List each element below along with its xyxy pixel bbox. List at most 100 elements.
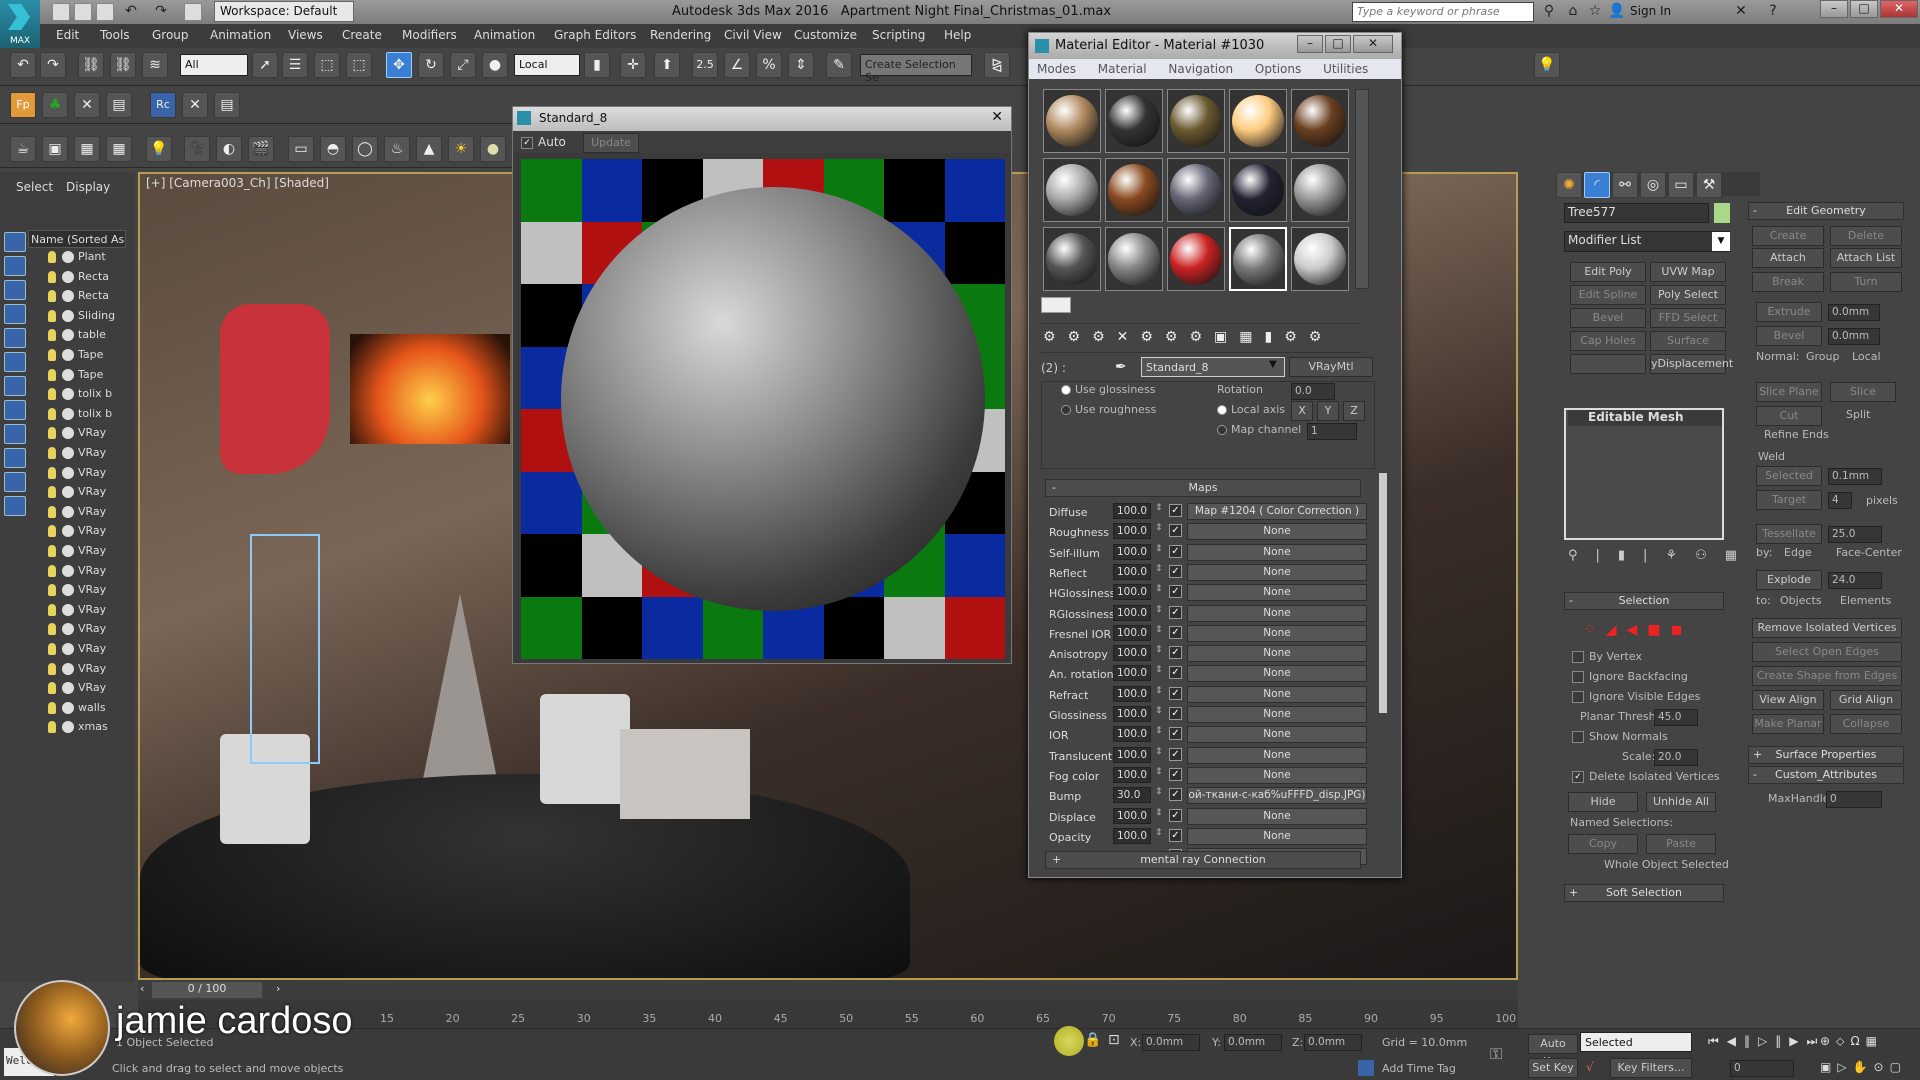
split[interactable]: Split (1846, 408, 1870, 421)
visibility-bulb-icon[interactable] (48, 251, 56, 263)
spinner-arrows-icon[interactable]: ⇕ (1155, 665, 1165, 681)
menu-material[interactable]: Material (1098, 62, 1147, 76)
cut-button[interactable]: Cut (1756, 406, 1822, 426)
key-mode-dropdown[interactable]: Selected (1580, 1032, 1692, 1052)
unhide-all-button[interactable]: Unhide All (1646, 792, 1716, 812)
favorites-star-icon[interactable]: ☆ (1586, 3, 1604, 21)
outliner-row[interactable]: VRay (30, 622, 125, 641)
modifier-button[interactable]: UVW Map (1650, 262, 1726, 282)
select-and-rotate-icon[interactable]: ↻ (418, 52, 444, 78)
explorer-filter-icon[interactable] (4, 280, 26, 300)
material-sample-slot[interactable] (1291, 89, 1349, 153)
map-slot-button[interactable]: None (1187, 584, 1367, 602)
spinner-arrows-icon[interactable]: ⇕ (1155, 726, 1165, 742)
map-amount-field[interactable]: 100.0 (1113, 766, 1151, 783)
map-slot-button[interactable]: None (1187, 563, 1367, 581)
map-slot-button[interactable]: None (1187, 685, 1367, 703)
render-frame-icon[interactable]: ▣ (42, 136, 68, 162)
rc-icon[interactable]: Rc (150, 92, 176, 118)
med-toolbar-icons[interactable]: ⚙⚙⚙✕⚙⚙⚙▣▦▮⚙⚙ (1043, 329, 1333, 345)
collapse-button[interactable]: Collapse (1830, 714, 1902, 734)
explorer-filter-icon[interactable] (4, 232, 26, 252)
extrude-value-field[interactable]: 0.0mm (1828, 304, 1880, 321)
slice-plane-button[interactable]: Slice Plane (1756, 382, 1822, 402)
slice-button[interactable]: Slice (1830, 382, 1896, 402)
binoculars-icon[interactable]: ⚲ (1540, 3, 1558, 21)
sphere-light-icon[interactable]: ◐ (216, 136, 242, 162)
spinner-arrows-icon[interactable]: ⇕ (1155, 503, 1165, 519)
map-amount-field[interactable]: 30.0 (1113, 787, 1151, 804)
outliner-row[interactable]: xmas (30, 720, 125, 739)
axis-z-button[interactable]: Z (1343, 401, 1365, 421)
curve-icon[interactable]: √ (1586, 1060, 1594, 1074)
show-normals-checkbox[interactable]: Show Normals (1572, 730, 1668, 743)
workspace-dropdown[interactable]: Workspace: Default (214, 1, 354, 22)
create-tab-icon[interactable]: ✺ (1556, 172, 1582, 198)
selected-button[interactable]: Selected (1756, 466, 1822, 486)
map-enable-checkbox[interactable]: ✓ (1169, 504, 1182, 517)
undo-icon[interactable]: ↶ (10, 52, 36, 78)
tools-icon-2[interactable]: ✕ (182, 92, 208, 118)
outliner-row[interactable]: VRay (30, 662, 125, 681)
spot-light-icon[interactable]: ▲ (416, 136, 442, 162)
auto-checkbox[interactable]: ✓ Auto (521, 135, 566, 149)
material-sample-slot[interactable] (1105, 227, 1163, 291)
map-amount-field[interactable]: 100.0 (1113, 523, 1151, 540)
face-center[interactable]: Face-Center (1836, 546, 1902, 559)
sun-icon[interactable]: ☀ (448, 136, 474, 162)
menu-tools[interactable]: Tools (100, 28, 130, 42)
map-slot-button[interactable]: None (1187, 706, 1367, 723)
map-enable-checkbox[interactable]: ✓ (1169, 524, 1182, 538)
visibility-bulb-icon[interactable] (48, 545, 56, 557)
visibility-bulb-icon[interactable] (48, 349, 56, 361)
spinner-arrows-icon[interactable]: ⇕ (1155, 584, 1165, 600)
target-button[interactable]: Target (1756, 490, 1822, 510)
white-mug-object[interactable] (540, 694, 630, 804)
time-tag-icon[interactable] (1358, 1060, 1374, 1076)
map-amount-field[interactable]: 100.0 (1113, 807, 1151, 824)
explorer-filter-icon[interactable] (4, 496, 26, 516)
redo-icon[interactable]: ↷ (40, 52, 66, 78)
create-shape-button[interactable]: Create Shape from Edges (1752, 666, 1902, 686)
outliner-row[interactable]: Plant (30, 250, 125, 269)
visibility-bulb-icon[interactable] (48, 682, 56, 695)
slots-vscrollbar[interactable] (1355, 89, 1369, 289)
normals-scale-field[interactable]: 20.0 (1654, 749, 1698, 766)
user-icon[interactable]: 👤 (1608, 3, 1626, 21)
visibility-bulb-icon[interactable] (48, 368, 56, 381)
map-amount-field[interactable]: 100.0 (1113, 706, 1151, 722)
explorer-filter-icon[interactable] (4, 400, 26, 420)
menu-edit[interactable]: Edit (56, 28, 79, 42)
viewport-nav-icons[interactable]: ⊕⬦Ω▦ (1820, 1034, 1883, 1049)
planar-thresh-field[interactable]: 45.0 (1654, 709, 1698, 726)
percent-snap-icon[interactable]: % (756, 52, 782, 78)
fp-icon[interactable]: Fp (10, 92, 36, 118)
custom-attributes-rollout[interactable]: - Custom_Attributes (1748, 766, 1904, 784)
named-selection-set-dropdown[interactable]: Create Selection Se (860, 54, 972, 84)
select-and-move-icon[interactable]: ✥ (386, 52, 412, 78)
spinner-snap-icon[interactable]: ⇕ (788, 52, 814, 78)
map-enable-checkbox[interactable]: ✓ (1169, 646, 1182, 660)
surface-properties-rollout[interactable]: + Surface Properties (1748, 746, 1904, 764)
visibility-bulb-icon[interactable] (48, 584, 56, 597)
minimize-button[interactable]: – (1820, 0, 1848, 18)
menu-create[interactable]: Create (342, 28, 382, 42)
material-sample-slot[interactable] (1229, 89, 1287, 153)
tree-plugin-icon[interactable]: ♣ (42, 92, 68, 118)
map-channel-radio[interactable]: Map channel (1217, 423, 1301, 436)
select-and-scale-icon[interactable]: ⤢ (450, 52, 476, 78)
visibility-bulb-icon[interactable] (48, 290, 56, 303)
spinner-arrows-icon[interactable]: ⇕ (1155, 564, 1165, 580)
material-sample-slot[interactable] (1167, 89, 1225, 153)
subobject-level-icons[interactable]: ⁘◢◀■◼ (1584, 622, 1692, 638)
map-slot-button[interactable]: None (1187, 523, 1367, 541)
objects[interactable]: Objects (1780, 594, 1822, 607)
map-amount-field[interactable]: 100.0 (1113, 503, 1151, 519)
outliner-row[interactable]: Recta (30, 270, 125, 289)
visibility-bulb-icon[interactable] (48, 270, 56, 283)
outliner-row[interactable]: Sliding (30, 309, 125, 328)
explorer-filter-icon[interactable] (4, 472, 26, 492)
material-sample-slot[interactable] (1229, 227, 1287, 291)
modifier-button[interactable]: Edit Poly (1570, 262, 1646, 282)
map-enable-checkbox[interactable]: ✓ (1169, 808, 1182, 822)
